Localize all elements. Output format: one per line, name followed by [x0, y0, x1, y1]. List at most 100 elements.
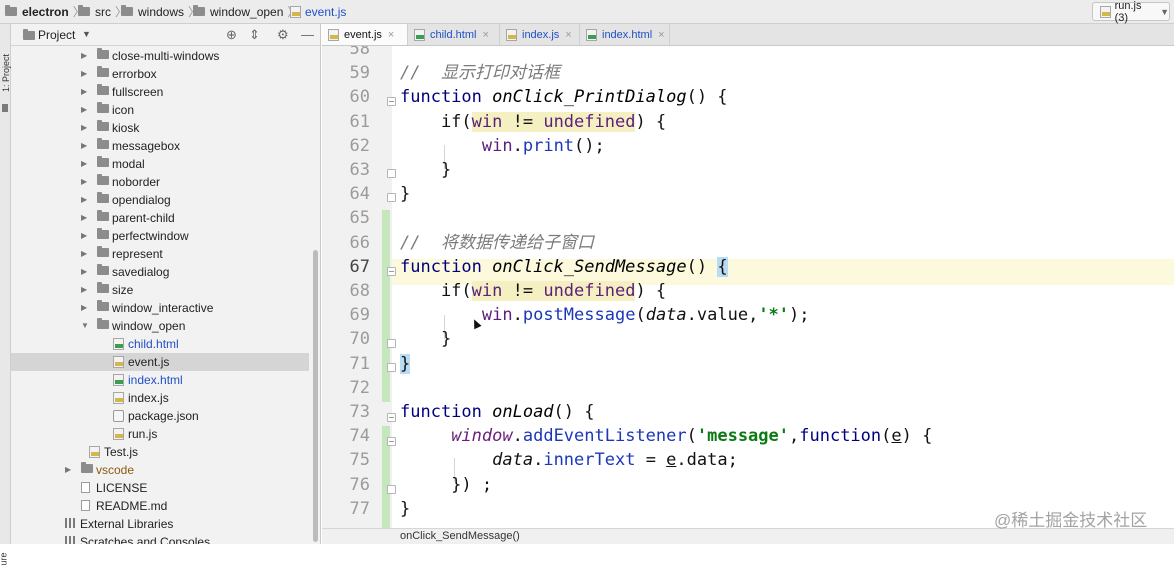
- breadcrumb-item[interactable]: windows〉: [121, 0, 200, 23]
- close-icon[interactable]: ×: [482, 29, 488, 41]
- expand-arrow-right-icon[interactable]: ▶: [81, 195, 91, 204]
- fold-marker[interactable]: [387, 193, 396, 202]
- tree-item[interactable]: child.html: [11, 335, 309, 353]
- line-number: 64: [349, 184, 370, 204]
- expand-arrow-right-icon[interactable]: ▶: [81, 285, 91, 294]
- breadcrumb-item[interactable]: event.js: [290, 0, 346, 23]
- close-icon[interactable]: ×: [388, 29, 394, 41]
- expand-arrow-right-icon[interactable]: ▶: [81, 123, 91, 132]
- expand-arrow-right-icon[interactable]: ▶: [81, 159, 91, 168]
- expand-arrow-right-icon[interactable]: ▶: [81, 87, 91, 96]
- close-icon[interactable]: ×: [658, 29, 664, 41]
- code-line[interactable]: if(win != undefined) {: [400, 279, 666, 303]
- tree-item[interactable]: index.html: [11, 371, 309, 389]
- code-line[interactable]: win.postMessage(data.value,'*');: [400, 303, 810, 327]
- tree-item[interactable]: ▶ noborder: [11, 173, 309, 191]
- tree-item[interactable]: ▶ fullscreen: [11, 83, 309, 101]
- code-line[interactable]: // 将数据传递给子窗口: [400, 231, 594, 255]
- scrollbar[interactable]: [313, 250, 318, 542]
- tree-item[interactable]: ▶ icon: [11, 101, 309, 119]
- current-function-label[interactable]: onClick_SendMessage(): [400, 530, 520, 542]
- expand-arrow-right-icon[interactable]: ▶: [81, 141, 91, 150]
- tree-item[interactable]: ▶ savedialog: [11, 263, 309, 281]
- tree-item[interactable]: README.md: [11, 497, 309, 515]
- tree-item[interactable]: ▶ size: [11, 281, 309, 299]
- code-line[interactable]: }) ;: [400, 473, 492, 497]
- tab-index-js[interactable]: index.js ×: [500, 24, 580, 45]
- code-token: .: [512, 305, 523, 325]
- expand-arrow-right-icon[interactable]: ▶: [81, 177, 91, 186]
- expand-arrow-right-icon[interactable]: ▶: [81, 249, 91, 258]
- code-line[interactable]: data.innerText = e.data;: [400, 448, 738, 472]
- code-line[interactable]: }: [400, 352, 411, 376]
- fold-marker[interactable]: [387, 413, 396, 422]
- tree-item[interactable]: ▶ represent: [11, 245, 309, 263]
- code-line[interactable]: }: [400, 158, 451, 182]
- fold-marker[interactable]: [387, 267, 396, 276]
- fold-marker[interactable]: [387, 363, 396, 372]
- tree-item[interactable]: ▶ messagebox: [11, 137, 309, 155]
- fold-marker[interactable]: [387, 169, 396, 178]
- fold-marker[interactable]: [387, 437, 396, 446]
- tab-child-html[interactable]: child.html ×: [408, 24, 500, 45]
- chevron-down-icon[interactable]: ▼: [82, 29, 91, 39]
- tree-item[interactable]: ▼ window_open: [11, 317, 309, 335]
- tree-item[interactable]: run.js: [11, 425, 309, 443]
- tree-item[interactable]: ▶ opendialog: [11, 191, 309, 209]
- code-line[interactable]: function onLoad() {: [400, 400, 595, 424]
- expand-arrow-right-icon[interactable]: ▶: [81, 105, 91, 114]
- fold-marker[interactable]: [387, 485, 396, 494]
- expand-arrow-right-icon[interactable]: ▶: [65, 465, 75, 474]
- structure-tool-button[interactable]: ure: [0, 552, 9, 565]
- tree-item[interactable]: ▶ close-multi-windows: [11, 47, 309, 65]
- breadcrumb-item[interactable]: window_open〉: [193, 0, 299, 23]
- expand-arrow-right-icon[interactable]: ▶: [81, 51, 91, 60]
- fold-marker[interactable]: [387, 339, 396, 348]
- code-line[interactable]: }: [400, 182, 410, 206]
- code-line[interactable]: if(win != undefined) {: [400, 110, 666, 134]
- code-line[interactable]: // 显示打印对话框: [400, 61, 560, 85]
- tree-item[interactable]: ▶ vscode: [11, 461, 309, 479]
- code-line[interactable]: win.print();: [400, 134, 605, 158]
- tab-event-js[interactable]: event.js ×: [322, 24, 408, 45]
- code-line[interactable]: }: [400, 327, 451, 351]
- collapse-all-icon[interactable]: ⇕: [249, 27, 260, 43]
- tree-item-label: icon: [112, 103, 135, 117]
- code-line[interactable]: function onClick_SendMessage() {: [400, 255, 728, 279]
- tree-item[interactable]: index.js: [11, 389, 309, 407]
- tab-index-html[interactable]: index.html ×: [580, 24, 670, 45]
- tree-item[interactable]: event.js: [11, 353, 309, 371]
- code-editor[interactable]: 58 59 60 61 62 63 64 65 66 67 68 69 70 71 72 73 74 75 76 77…: [322, 46, 1174, 528]
- expand-arrow-right-icon[interactable]: ▶: [81, 267, 91, 276]
- close-icon[interactable]: ×: [565, 29, 571, 41]
- code-line[interactable]: window.addEventListener('message',functi…: [400, 424, 932, 448]
- expand-arrow-down-icon[interactable]: ▼: [81, 321, 91, 330]
- js-file-icon: [113, 392, 124, 404]
- project-tool-button[interactable]: 1: Project: [1, 54, 11, 92]
- code-line[interactable]: function onClick_PrintDialog() {: [400, 85, 728, 109]
- tree-item[interactable]: ▶ errorbox: [11, 65, 309, 83]
- tree-item[interactable]: ▶ modal: [11, 155, 309, 173]
- breadcrumb-item[interactable]: src〉: [78, 0, 127, 23]
- tree-item[interactable]: ▶ parent-child: [11, 209, 309, 227]
- run-configuration-dropdown[interactable]: run.js (3) ▼: [1092, 0, 1170, 24]
- expand-arrow-right-icon[interactable]: ▶: [81, 213, 91, 222]
- tree-item[interactable]: package.json: [11, 407, 309, 425]
- target-icon[interactable]: ⊕: [226, 27, 237, 43]
- expand-arrow-right-icon[interactable]: ▶: [81, 69, 91, 78]
- tree-item[interactable]: LICENSE: [11, 479, 309, 497]
- expand-arrow-right-icon[interactable]: ▶: [81, 231, 91, 240]
- tree-item[interactable]: Test.js: [11, 443, 309, 461]
- tree-item[interactable]: ▶ kiosk: [11, 119, 309, 137]
- tree-item[interactable]: ▶ window_interactive: [11, 299, 309, 317]
- fold-marker[interactable]: [387, 97, 396, 106]
- tree-item[interactable]: ▶ perfectwindow: [11, 227, 309, 245]
- gear-icon[interactable]: ⚙: [277, 27, 289, 43]
- tree-item[interactable]: External Libraries: [11, 515, 309, 533]
- project-view-title[interactable]: Project: [38, 28, 75, 42]
- tree-item[interactable]: Scratches and Consoles: [11, 533, 309, 544]
- hide-panel-icon[interactable]: —: [301, 27, 314, 42]
- expand-arrow-right-icon[interactable]: ▶: [81, 303, 91, 312]
- code-line[interactable]: }: [400, 497, 410, 521]
- breadcrumb-item[interactable]: electron〉: [5, 0, 85, 23]
